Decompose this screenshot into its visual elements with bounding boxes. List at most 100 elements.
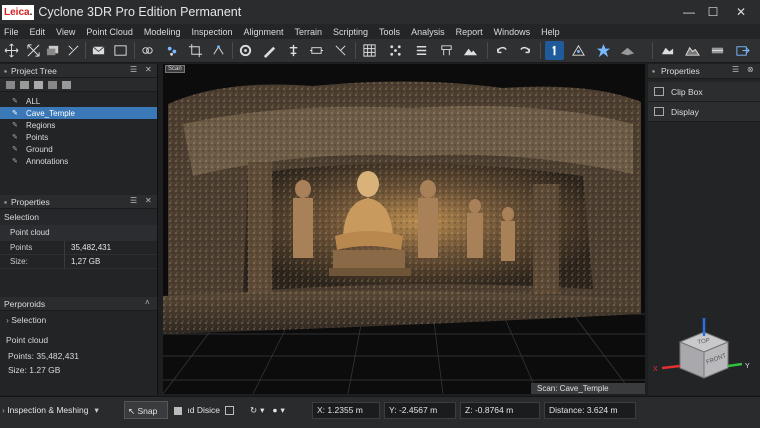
properties-icon: ▪	[4, 196, 8, 207]
pin-icon[interactable]: ☰	[130, 65, 137, 74]
perp-size: Size: 1.27 GB	[8, 365, 61, 375]
properties-header: ▪ Properties ☰ ✕	[0, 195, 157, 209]
cloud-select-icon[interactable]	[163, 41, 182, 60]
menu-edit[interactable]: Edit	[30, 27, 46, 37]
filter-icon[interactable]	[6, 80, 15, 89]
tree-item-annotations[interactable]: ✎ Annotations	[0, 155, 157, 167]
menu-terrain[interactable]: Terrain	[295, 27, 323, 37]
export-icon[interactable]	[733, 41, 752, 60]
dots-icon[interactable]	[386, 41, 405, 60]
close-panel-icon[interactable]: ✕	[145, 196, 152, 205]
mesh-icon[interactable]	[658, 41, 677, 60]
3d-viewport[interactable]: Scan Scan: Cave_Temple	[163, 64, 645, 394]
info-icon[interactable]	[545, 41, 564, 60]
prop-row-size: Size: 1,27 GB	[0, 254, 157, 269]
menu-report[interactable]: Report	[456, 27, 483, 37]
view-cube[interactable]: TOP FRONT X Y Z	[652, 316, 756, 388]
crop-icon[interactable]	[186, 41, 205, 60]
point-cloud-render	[163, 81, 645, 394]
pencil-icon: ✎	[12, 110, 18, 117]
maximize-button[interactable]: ☐	[700, 0, 726, 24]
plane-icon[interactable]	[618, 41, 637, 60]
tree-toolbar	[0, 78, 157, 92]
pencil-icon: ✎	[12, 122, 18, 129]
lock-icon[interactable]	[62, 80, 71, 89]
menu-view[interactable]: View	[56, 27, 75, 37]
tree-item-all[interactable]: ✎ ALL	[0, 95, 157, 107]
project-tree-header: ▪ Project Tree ☰ ✕	[0, 64, 157, 78]
close-button[interactable]: ✕	[728, 0, 754, 24]
visibility-icon[interactable]	[48, 80, 57, 89]
close-panel-icon[interactable]: ⊗	[747, 65, 754, 74]
rotation-controls[interactable]: ↻ ▾ ● ▾	[250, 401, 300, 419]
properties-icon: ▪	[652, 66, 656, 76]
scatter-icon[interactable]	[64, 41, 83, 60]
menu-tools[interactable]: Tools	[379, 27, 400, 37]
frame-icon[interactable]	[111, 41, 130, 60]
chevron-down-icon: ▾	[280, 405, 285, 415]
expand-all-icon[interactable]	[20, 80, 29, 89]
pin-icon[interactable]: ☰	[130, 196, 137, 205]
grid-icon[interactable]	[360, 41, 379, 60]
perporoids-header: Perporoids ˄	[0, 297, 157, 311]
close-panel-icon[interactable]: ✕	[145, 65, 152, 74]
menu-help[interactable]: Help	[541, 27, 560, 37]
transform-icon[interactable]	[209, 41, 228, 60]
toggle-icon[interactable]	[225, 406, 235, 416]
menu-analysis[interactable]: Analysis	[411, 27, 445, 37]
layers-icon[interactable]	[44, 41, 63, 60]
list-icon[interactable]	[412, 41, 431, 60]
distance-readout: Distance: 3.624 m	[544, 402, 636, 419]
snap-button[interactable]: ↖ Snap	[124, 401, 168, 419]
mode-selector[interactable]: › Inspection & Meshing ▾	[2, 401, 120, 419]
gear-icon[interactable]	[236, 41, 255, 60]
distribute-icon[interactable]	[307, 41, 326, 60]
tree-item-cave-temple[interactable]: ✎ Cave_Temple	[0, 107, 157, 119]
menu-file[interactable]: File	[4, 27, 19, 37]
menu-windows[interactable]: Windows	[494, 27, 531, 37]
menu-point-cloud[interactable]: Point Cloud	[86, 27, 133, 37]
menu-scripting[interactable]: Scripting	[333, 27, 368, 37]
align-icon[interactable]	[284, 41, 303, 60]
right-panel: ▪ Properties ☰ ⊗ Clip Box Display TOP FR…	[648, 64, 760, 395]
point-cloud-label: Point cloud	[0, 225, 157, 241]
tree-item-regions[interactable]: ✎ Regions	[0, 119, 157, 131]
perp-points: Points: 35,482,431	[8, 351, 79, 361]
terrain-icon[interactable]	[461, 41, 480, 60]
window-title: Cyclone 3DR Pro Edition Permanent	[38, 5, 242, 19]
tree-item-ground[interactable]: ✎ Ground	[0, 143, 157, 155]
display-item[interactable]: Display	[648, 102, 760, 122]
minimize-button[interactable]: —	[676, 0, 702, 24]
measure-icon[interactable]	[569, 41, 588, 60]
section-icon[interactable]	[708, 41, 727, 60]
menu-inspection[interactable]: Inspection	[191, 27, 232, 37]
undo-icon[interactable]	[492, 41, 511, 60]
brush-icon[interactable]	[260, 41, 279, 60]
move-icon[interactable]	[2, 41, 21, 60]
collapse-all-icon[interactable]	[34, 80, 43, 89]
expand-icon[interactable]	[24, 41, 43, 60]
split-icon[interactable]	[437, 41, 456, 60]
mail-icon[interactable]	[89, 41, 108, 60]
menu-modeling[interactable]: Modeling	[144, 27, 181, 37]
display-mode-selector[interactable]: ıd Disice	[174, 401, 244, 419]
surface-icon[interactable]	[683, 41, 702, 60]
perp-selection[interactable]: › Selection	[0, 311, 157, 329]
scatter-tool-icon[interactable]	[331, 41, 350, 60]
redo-icon[interactable]	[516, 41, 535, 60]
collapse-icon[interactable]: ˄	[145, 298, 150, 307]
clip-box-item[interactable]: Clip Box	[648, 82, 760, 102]
left-panel: ▪ Project Tree ☰ ✕ ✎ ALL ✎ Cave_Temple ✎ Re…	[0, 64, 158, 395]
title-bar: Leica. Cyclone 3DR Pro Edition Permanent…	[0, 0, 760, 24]
viewport-tab[interactable]: Scan	[165, 65, 185, 73]
star-icon[interactable]	[594, 41, 613, 60]
chevron-down-icon: ▾	[94, 405, 99, 415]
prop-row-points: Points 35,482,431	[0, 240, 157, 255]
menu-alignment[interactable]: Alignment	[243, 27, 283, 37]
pin-icon[interactable]: ☰	[732, 65, 739, 74]
perp-point-cloud: Point cloud	[6, 335, 49, 345]
link-icon[interactable]	[138, 41, 157, 60]
y-coordinate: Y: -2.4567 m	[384, 402, 456, 419]
scan-status: Scan: Cave_Temple	[531, 383, 645, 394]
tree-item-points[interactable]: ✎ Points	[0, 131, 157, 143]
